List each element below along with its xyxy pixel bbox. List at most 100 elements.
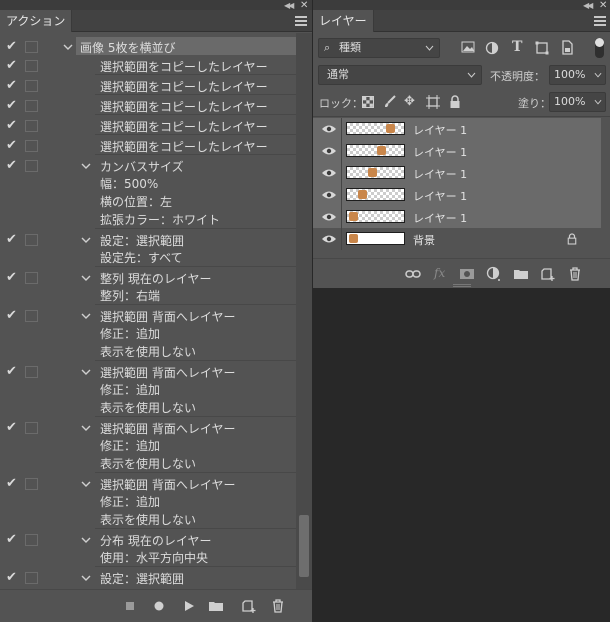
visibility-eye-icon[interactable] bbox=[321, 146, 337, 156]
visibility-eye-icon[interactable] bbox=[321, 190, 337, 200]
chevron-down-icon[interactable] bbox=[81, 423, 91, 433]
lock-position-move-icon[interactable]: ✥ bbox=[404, 94, 415, 109]
layer-row[interactable]: レイヤー 1 bbox=[313, 184, 601, 206]
opacity-field[interactable]: 100% bbox=[549, 65, 606, 85]
checkmark-icon[interactable]: ✔ bbox=[6, 59, 20, 73]
checkmark-icon[interactable]: ✔ bbox=[6, 309, 20, 323]
filter-toggle[interactable] bbox=[595, 38, 604, 58]
checkmark-icon[interactable]: ✔ bbox=[6, 233, 20, 247]
trash-icon[interactable] bbox=[270, 598, 286, 614]
action-step-row[interactable]: ✔ カンバスサイズ bbox=[0, 156, 296, 176]
dialog-toggle-box[interactable] bbox=[25, 140, 38, 152]
collapse-icon[interactable]: ◀◀ bbox=[583, 1, 593, 10]
action-step-row[interactable]: ✔ 選択範囲をコピーしたレイヤー bbox=[0, 76, 296, 96]
action-step-row[interactable]: ✔ 選択範囲をコピーしたレイヤー bbox=[0, 96, 296, 116]
chevron-down-icon[interactable] bbox=[81, 367, 91, 377]
link-layers-icon[interactable] bbox=[405, 266, 421, 282]
record-icon[interactable] bbox=[151, 598, 167, 614]
checkmark-icon[interactable]: ✔ bbox=[6, 79, 20, 93]
action-step-row[interactable]: ✔ 分布 現在のレイヤー bbox=[0, 530, 296, 550]
visibility-eye-icon[interactable] bbox=[321, 168, 337, 178]
panel-menu-icon[interactable] bbox=[594, 16, 606, 26]
fill-field[interactable]: 100% bbox=[549, 92, 606, 112]
dialog-toggle-box[interactable] bbox=[25, 100, 38, 112]
chevron-down-icon[interactable] bbox=[81, 273, 91, 283]
smart-object-filter-icon[interactable] bbox=[560, 40, 574, 55]
checkmark-icon[interactable]: ✔ bbox=[6, 139, 20, 153]
action-step-row[interactable]: ✔ 設定：選択範囲 bbox=[0, 230, 296, 250]
chevron-down-icon[interactable] bbox=[81, 161, 91, 171]
shape-filter-icon[interactable] bbox=[535, 41, 549, 55]
blend-mode-select[interactable]: 通常 bbox=[318, 65, 482, 85]
layer-row[interactable]: レイヤー 1 bbox=[313, 118, 601, 140]
layer-row[interactable]: レイヤー 1 bbox=[313, 140, 601, 162]
fx-icon[interactable]: fx bbox=[434, 266, 445, 280]
dialog-toggle-box[interactable] bbox=[25, 120, 38, 132]
lock-artboard-icon[interactable] bbox=[426, 95, 440, 109]
action-step-row[interactable]: ✔ 選択範囲をコピーしたレイヤー bbox=[0, 116, 296, 136]
adjustment-filter-icon[interactable] bbox=[485, 41, 499, 55]
tab-actions[interactable]: アクション bbox=[0, 10, 73, 32]
add-mask-icon[interactable] bbox=[459, 266, 475, 282]
checkmark-icon[interactable]: ✔ bbox=[6, 271, 20, 285]
dialog-toggle-box[interactable] bbox=[25, 80, 38, 92]
action-step-row[interactable]: ✔ 選択範囲 背面へレイヤー bbox=[0, 306, 296, 326]
checkmark-icon[interactable]: ✔ bbox=[6, 365, 20, 379]
folder-icon[interactable] bbox=[513, 266, 529, 282]
checkmark-icon[interactable]: ✔ bbox=[6, 159, 20, 173]
lock-pixels-brush-icon[interactable] bbox=[383, 95, 397, 109]
dialog-toggle-box[interactable] bbox=[25, 478, 38, 490]
new-layer-icon[interactable] bbox=[540, 266, 556, 282]
dialog-toggle-box[interactable] bbox=[25, 272, 38, 284]
checkmark-icon[interactable]: ✔ bbox=[6, 533, 20, 547]
lock-all-icon[interactable] bbox=[449, 95, 461, 109]
checkmark-icon[interactable]: ✔ bbox=[6, 571, 20, 585]
visibility-eye-icon[interactable] bbox=[321, 124, 337, 134]
checkmark-icon[interactable]: ✔ bbox=[6, 99, 20, 113]
chevron-down-icon[interactable] bbox=[81, 235, 91, 245]
chevron-down-icon[interactable] bbox=[81, 573, 91, 583]
resize-grip[interactable] bbox=[453, 284, 471, 287]
dialog-toggle-box[interactable] bbox=[25, 534, 38, 546]
action-step-row[interactable]: ✔ 選択範囲 背面へレイヤー bbox=[0, 418, 296, 438]
panel-menu-icon[interactable] bbox=[295, 16, 307, 26]
chevron-down-icon[interactable] bbox=[63, 42, 73, 52]
dialog-toggle-box[interactable] bbox=[25, 572, 38, 584]
play-icon[interactable] bbox=[181, 598, 197, 614]
checkmark-icon[interactable]: ✔ bbox=[6, 421, 20, 435]
chevron-down-icon[interactable] bbox=[81, 479, 91, 489]
image-filter-icon[interactable] bbox=[461, 41, 475, 53]
action-step-row[interactable]: ✔ 選択範囲 背面へレイヤー bbox=[0, 362, 296, 382]
checkmark-icon[interactable]: ✔ bbox=[6, 477, 20, 491]
action-step-row[interactable]: ✔ 選択範囲 背面へレイヤー bbox=[0, 474, 296, 494]
chevron-down-icon[interactable] bbox=[81, 311, 91, 321]
dialog-toggle-box[interactable] bbox=[25, 160, 38, 172]
visibility-eye-icon[interactable] bbox=[321, 234, 337, 244]
text-filter-icon[interactable]: T bbox=[512, 39, 522, 55]
action-step-row[interactable]: ✔ 選択範囲をコピーしたレイヤー bbox=[0, 136, 296, 156]
actions-scrollbar[interactable] bbox=[296, 33, 312, 589]
collapse-icon[interactable]: ◀◀ bbox=[284, 1, 294, 10]
checkmark-icon[interactable]: ✔ bbox=[6, 40, 20, 54]
lock-transparent-icon[interactable] bbox=[362, 96, 374, 108]
action-set-row[interactable]: ✔ 画像 5枚を横並び bbox=[0, 37, 296, 57]
action-step-row[interactable]: ✔ 選択範囲をコピーしたレイヤー bbox=[0, 56, 296, 76]
scroll-thumb[interactable] bbox=[299, 515, 309, 577]
adjustment-layer-icon[interactable] bbox=[486, 266, 502, 282]
layer-row[interactable]: 背景 bbox=[313, 228, 601, 250]
layer-filter-select[interactable]: ⌕ 種類 bbox=[318, 38, 440, 58]
trash-icon[interactable] bbox=[567, 266, 583, 282]
dialog-toggle-box[interactable] bbox=[25, 234, 38, 246]
dialog-toggle-box[interactable] bbox=[25, 366, 38, 378]
layer-row[interactable]: レイヤー 1 bbox=[313, 206, 601, 228]
visibility-eye-icon[interactable] bbox=[321, 212, 337, 222]
tab-layers[interactable]: レイヤー bbox=[313, 10, 374, 32]
stop-icon[interactable] bbox=[122, 598, 138, 614]
dialog-toggle-box[interactable] bbox=[25, 41, 38, 53]
action-step-row[interactable]: ✔ 整列 現在のレイヤー bbox=[0, 268, 296, 288]
dialog-toggle-box[interactable] bbox=[25, 60, 38, 72]
layer-row[interactable]: レイヤー 1 bbox=[313, 162, 601, 184]
dialog-toggle-box[interactable] bbox=[25, 310, 38, 322]
chevron-down-icon[interactable] bbox=[81, 535, 91, 545]
checkmark-icon[interactable]: ✔ bbox=[6, 119, 20, 133]
